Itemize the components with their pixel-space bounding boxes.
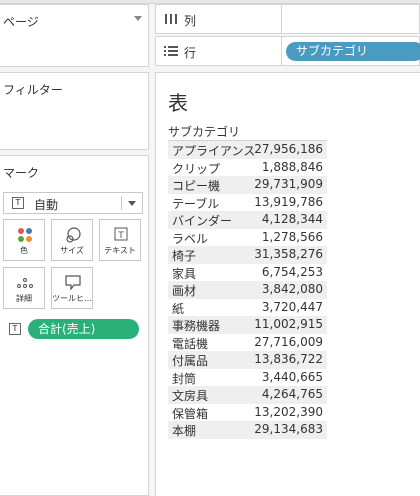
tooltip-card-label: ツールヒ… (52, 294, 92, 303)
sales-value-cell: 13,919,786 (254, 194, 323, 209)
size-icon (52, 226, 92, 244)
subcategory-cell: ラベル (172, 231, 209, 246)
subcategory-cell: 紙 (172, 301, 185, 316)
sales-value-cell: 11,002,915 (254, 317, 323, 331)
filters-panel-title: フィルター (3, 83, 63, 97)
subcategory-cell: 画材 (172, 284, 197, 298)
sales-value-cell: 3,440,665 (261, 369, 323, 384)
table-row[interactable]: 保管箱 13,202,390 (168, 404, 327, 422)
table-row[interactable]: 本棚 29,134,683 (168, 421, 327, 439)
shelf-divider (281, 5, 282, 33)
sales-value-cell: 27,956,186 (254, 142, 323, 156)
sales-value-cell: 13,836,722 (254, 352, 323, 366)
mark-type-label: 自動 (34, 198, 59, 212)
detail-card-label: 詳細 (16, 294, 32, 303)
pages-panel[interactable]: ページ (0, 4, 149, 67)
chevron-down-icon[interactable] (134, 16, 142, 21)
sales-value-cell: 3,842,080 (261, 282, 323, 296)
table-row[interactable]: 事務機器 11,002,915 (168, 316, 327, 334)
table-row[interactable]: コピー機 29,731,909 (168, 176, 327, 194)
marks-panel-title: マーク (3, 166, 40, 180)
subcategory-cell: 事務機器 (172, 319, 221, 333)
table-row[interactable]: テーブル 13,919,786 (168, 194, 327, 212)
dropdown-divider (121, 196, 122, 210)
table-row[interactable]: 封筒 3,440,665 (168, 369, 327, 387)
table-row[interactable]: 文房具 4,264,765 (168, 386, 327, 404)
text-icon: T (100, 226, 140, 244)
subcategory-cell: 付属品 (172, 354, 209, 368)
text-mark-icon: T (12, 197, 24, 209)
subcategory-cell: 家具 (172, 266, 197, 281)
columns-shelf[interactable]: 列 (155, 4, 420, 34)
color-card-label: 色 (20, 246, 28, 255)
table-row[interactable]: 付属品 13,836,722 (168, 351, 327, 369)
svg-text:T: T (117, 231, 124, 241)
table-row[interactable]: 椅子 31,358,276 (168, 246, 327, 264)
tooltip-card-button[interactable]: ツールヒ… (51, 267, 93, 309)
subcategory-cell: バインダー (172, 214, 233, 228)
viz-area: 表 サブカテゴリ アプライアンス 27,956,186 クリップ 1,888,846 コ… (155, 72, 420, 496)
color-card-button[interactable]: 色 (3, 219, 45, 261)
subcategory-cell: 文房具 (172, 389, 209, 403)
table-row[interactable]: クリップ 1,888,846 (168, 159, 327, 177)
subcategory-cell: 電話機 (172, 336, 209, 351)
sales-value-cell: 1,888,846 (261, 159, 323, 174)
table-row[interactable]: 家具 6,754,253 (168, 264, 327, 282)
text-card-label: テキスト (104, 246, 136, 255)
color-icon (4, 226, 44, 244)
pages-panel-title: ページ (3, 15, 39, 29)
rows-shelf-label: 行 (184, 46, 197, 60)
subcategory-cell: テーブル (172, 196, 220, 211)
subcategory-cell: クリップ (172, 161, 221, 176)
sales-value-cell: 1,278,566 (261, 229, 323, 244)
subcategory-cell: 封筒 (172, 371, 197, 386)
sales-value-cell: 6,754,253 (261, 264, 323, 279)
detail-icon (4, 274, 44, 292)
mark-type-dropdown[interactable]: T 自動 (3, 192, 143, 214)
subcategory-cell: アプライアンス (172, 144, 256, 158)
sales-value-cell: 29,731,909 (254, 177, 323, 191)
detail-card-button[interactable]: 詳細 (3, 267, 45, 309)
sales-value-cell: 13,202,390 (254, 404, 323, 419)
size-card-button[interactable]: サイズ (51, 219, 93, 261)
table-row[interactable]: 紙 3,720,447 (168, 299, 327, 317)
table-row[interactable]: ラベル 1,278,566 (168, 229, 327, 247)
columns-icon (164, 13, 178, 25)
tooltip-icon (52, 274, 92, 292)
sales-value-cell: 31,358,276 (254, 247, 323, 261)
marks-panel: マーク T 自動 色 サイズ T テキスト 詳細 ツールヒ… T 合計(売上) (0, 155, 149, 496)
sales-value-cell: 3,720,447 (261, 299, 323, 314)
sales-value-cell: 27,716,009 (254, 334, 323, 349)
filters-panel[interactable]: フィルター (0, 72, 149, 150)
measure-pill-sum-sales[interactable]: 合計(売上) (28, 319, 139, 339)
rows-shelf[interactable]: 行 サブカテゴリ (155, 36, 420, 66)
column-header-subcategory[interactable]: サブカテゴリ (168, 123, 240, 140)
dimension-pill-subcategory[interactable]: サブカテゴリ (286, 42, 420, 61)
table-row[interactable]: 画材 3,842,080 (168, 281, 327, 299)
subcategory-cell: 本棚 (172, 424, 197, 438)
sheet-title: 表 (168, 91, 188, 115)
text-field-icon: T (9, 323, 21, 335)
sales-value-cell: 4,264,765 (261, 387, 323, 401)
subcategory-cell: 椅子 (172, 249, 197, 263)
chevron-down-icon (128, 201, 136, 206)
sales-value-cell: 4,128,344 (261, 212, 323, 226)
subcategory-cell: コピー機 (172, 179, 221, 193)
shelf-divider (281, 37, 282, 65)
text-card-button[interactable]: T テキスト (99, 219, 141, 261)
subcategory-cell: 保管箱 (172, 406, 209, 421)
sales-value-cell: 29,134,683 (254, 422, 323, 436)
table-row[interactable]: バインダー 4,128,344 (168, 211, 327, 229)
size-card-label: サイズ (60, 246, 84, 255)
table-row[interactable]: アプライアンス 27,956,186 (168, 141, 327, 159)
table-row[interactable]: 電話機 27,716,009 (168, 334, 327, 352)
columns-shelf-label: 列 (184, 14, 197, 28)
rows-icon (164, 45, 178, 57)
